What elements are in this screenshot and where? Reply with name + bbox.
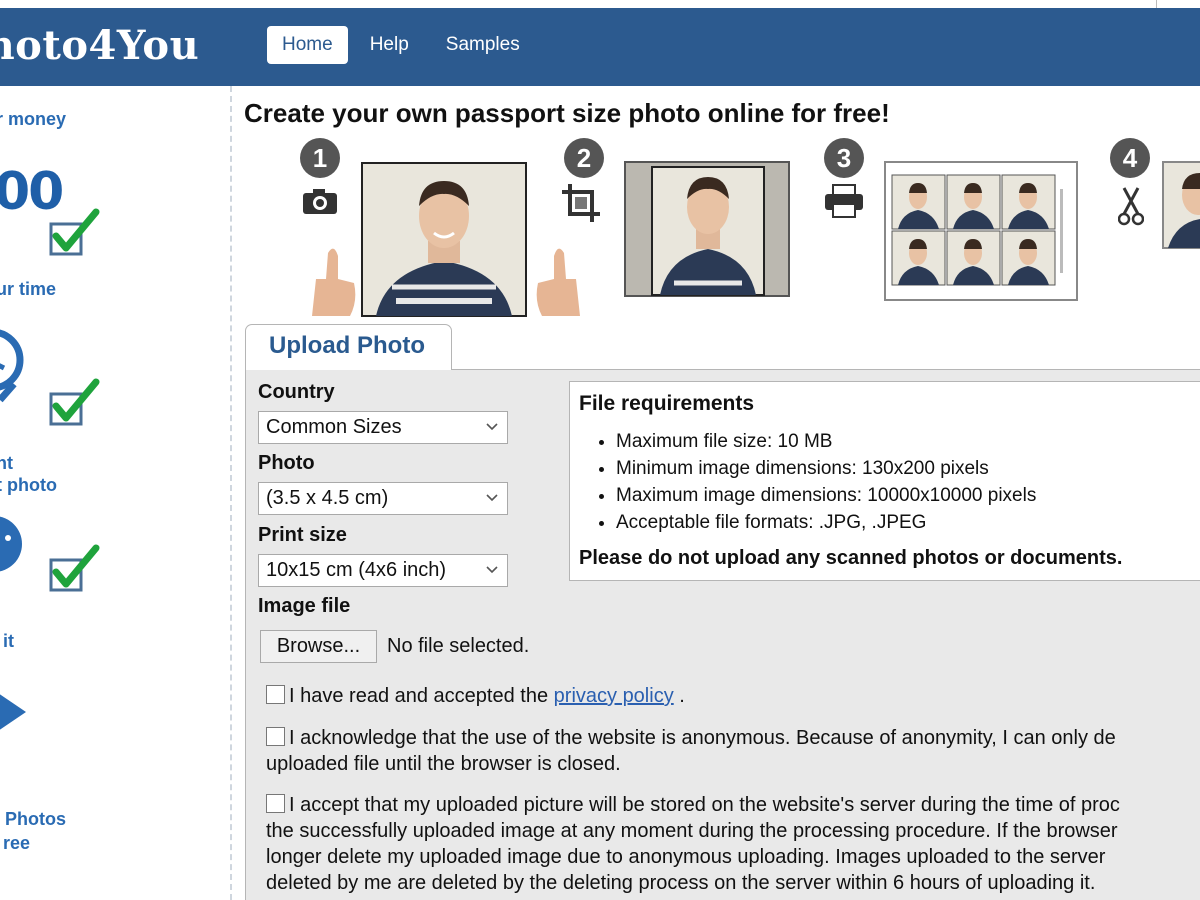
file-requirements-box: File requirements Maximum file size: 10 … <box>569 381 1200 581</box>
nav-samples[interactable]: Samples <box>431 26 535 64</box>
photos-label-line2: ree <box>3 833 31 853</box>
sheet-thumbnail <box>1001 174 1056 230</box>
scissors-icon <box>1118 187 1144 226</box>
photo-label-line2: t photo <box>0 475 57 495</box>
face-icon <box>0 516 22 572</box>
window-corner <box>1156 0 1160 8</box>
main-content: Create your own passport size photo onli… <box>244 86 1200 900</box>
storage-text-line1: I accept that my uploaded picture will b… <box>289 794 1120 816</box>
chevron-down-icon <box>486 494 498 502</box>
requirement-item: Maximum image dimensions: 10000x10000 pi… <box>616 482 1036 509</box>
feature-sidebar: r money 00 ur time nt t photo it Photos … <box>0 86 232 900</box>
nav-help[interactable]: Help <box>355 26 424 64</box>
step-2-crop-image <box>624 161 790 297</box>
site-logo[interactable]: Photo4You <box>0 22 199 69</box>
check-icon <box>49 208 100 256</box>
sheet-thumbnail <box>1001 230 1056 286</box>
print-size-select[interactable]: 10x15 cm (4x6 inch) <box>258 554 508 587</box>
printer-icon <box>825 184 863 218</box>
photo-label: Photo <box>258 452 315 474</box>
anonymity-checkbox[interactable] <box>266 727 285 746</box>
arrow-icon <box>0 694 26 730</box>
browse-button[interactable]: Browse... <box>260 630 377 663</box>
site-header: Photo4You Home Help Samples <box>0 8 1200 86</box>
step-3-badge: 3 <box>824 138 864 178</box>
photo-label-line1: nt <box>0 453 13 473</box>
country-select-value: Common Sizes <box>266 416 402 438</box>
top-strip <box>0 0 1200 8</box>
requirements-title: File requirements <box>579 392 755 415</box>
anonymity-agreement: I acknowledge that the use of the websit… <box>266 725 1116 777</box>
image-file-label: Image file <box>258 595 351 617</box>
check-icon <box>49 378 100 426</box>
sheet-thumbnail <box>891 174 946 230</box>
step-1-photo-image <box>312 162 580 317</box>
tab-upload-photo[interactable]: Upload Photo <box>245 324 452 370</box>
crop-icon <box>562 184 600 222</box>
storage-text-line2: the successfully uploaded image at any m… <box>266 820 1118 842</box>
chevron-down-icon <box>486 423 498 431</box>
storage-agreement: I accept that my uploaded picture will b… <box>266 792 1120 896</box>
photos-label-line1: Photos <box>5 809 66 829</box>
step-4-badge: 4 <box>1110 138 1150 178</box>
print-size-select-value: 10x15 cm (4x6 inch) <box>266 559 447 581</box>
nav-home[interactable]: Home <box>267 26 348 64</box>
sheet-thumbnail <box>946 174 1001 230</box>
photo-size-select[interactable]: (3.5 x 4.5 cm) <box>258 482 508 515</box>
check-icon <box>49 544 100 592</box>
country-select[interactable]: Common Sizes <box>258 411 508 444</box>
file-status: No file selected. <box>387 635 530 657</box>
step-2-badge: 2 <box>564 138 604 178</box>
sheet-thumbnail <box>946 230 1001 286</box>
money-label: r money <box>0 109 67 129</box>
privacy-agreement: I have read and accepted the privacy pol… <box>266 683 685 709</box>
it-label: it <box>3 631 14 651</box>
chevron-down-icon <box>486 566 498 574</box>
page-title: Create your own passport size photo onli… <box>244 98 890 128</box>
sheet-thumbnail <box>891 230 946 286</box>
alarm-clock-icon <box>0 329 24 403</box>
requirement-item: Acceptable file formats: .JPG, .JPEG <box>616 509 1036 536</box>
scan-warning: Please do not upload any scanned photos … <box>579 547 1123 569</box>
requirements-list: Maximum file size: 10 MB Minimum image d… <box>616 428 1036 536</box>
time-label: ur time <box>0 279 57 299</box>
privacy-agreement-end: . <box>679 685 685 707</box>
storage-checkbox[interactable] <box>266 794 285 813</box>
country-label: Country <box>258 381 335 403</box>
step-3-print-sheet-image <box>884 161 1078 301</box>
privacy-checkbox[interactable] <box>266 685 285 704</box>
anonymity-text-line2: uploaded file until the browser is close… <box>266 753 621 775</box>
upload-panel: Country Common Sizes Photo (3.5 x 4.5 cm… <box>245 369 1200 900</box>
privacy-policy-link[interactable]: privacy policy <box>554 685 674 707</box>
photo-size-select-value: (3.5 x 4.5 cm) <box>266 487 389 509</box>
step-4-cut-photo-image <box>1162 161 1200 249</box>
print-size-label: Print size <box>258 524 347 546</box>
privacy-agreement-text: I have read and accepted the <box>289 685 549 707</box>
storage-text-line3: longer delete my uploaded image due to a… <box>266 846 1106 868</box>
main-nav: Home Help Samples <box>267 26 542 64</box>
requirement-item: Minimum image dimensions: 130x200 pixels <box>616 455 1036 482</box>
requirement-item: Maximum file size: 10 MB <box>616 428 1036 455</box>
storage-text-line4: deleted by me are deleted by the deletin… <box>266 872 1096 894</box>
anonymity-text-line1: I acknowledge that the use of the websit… <box>289 727 1116 749</box>
